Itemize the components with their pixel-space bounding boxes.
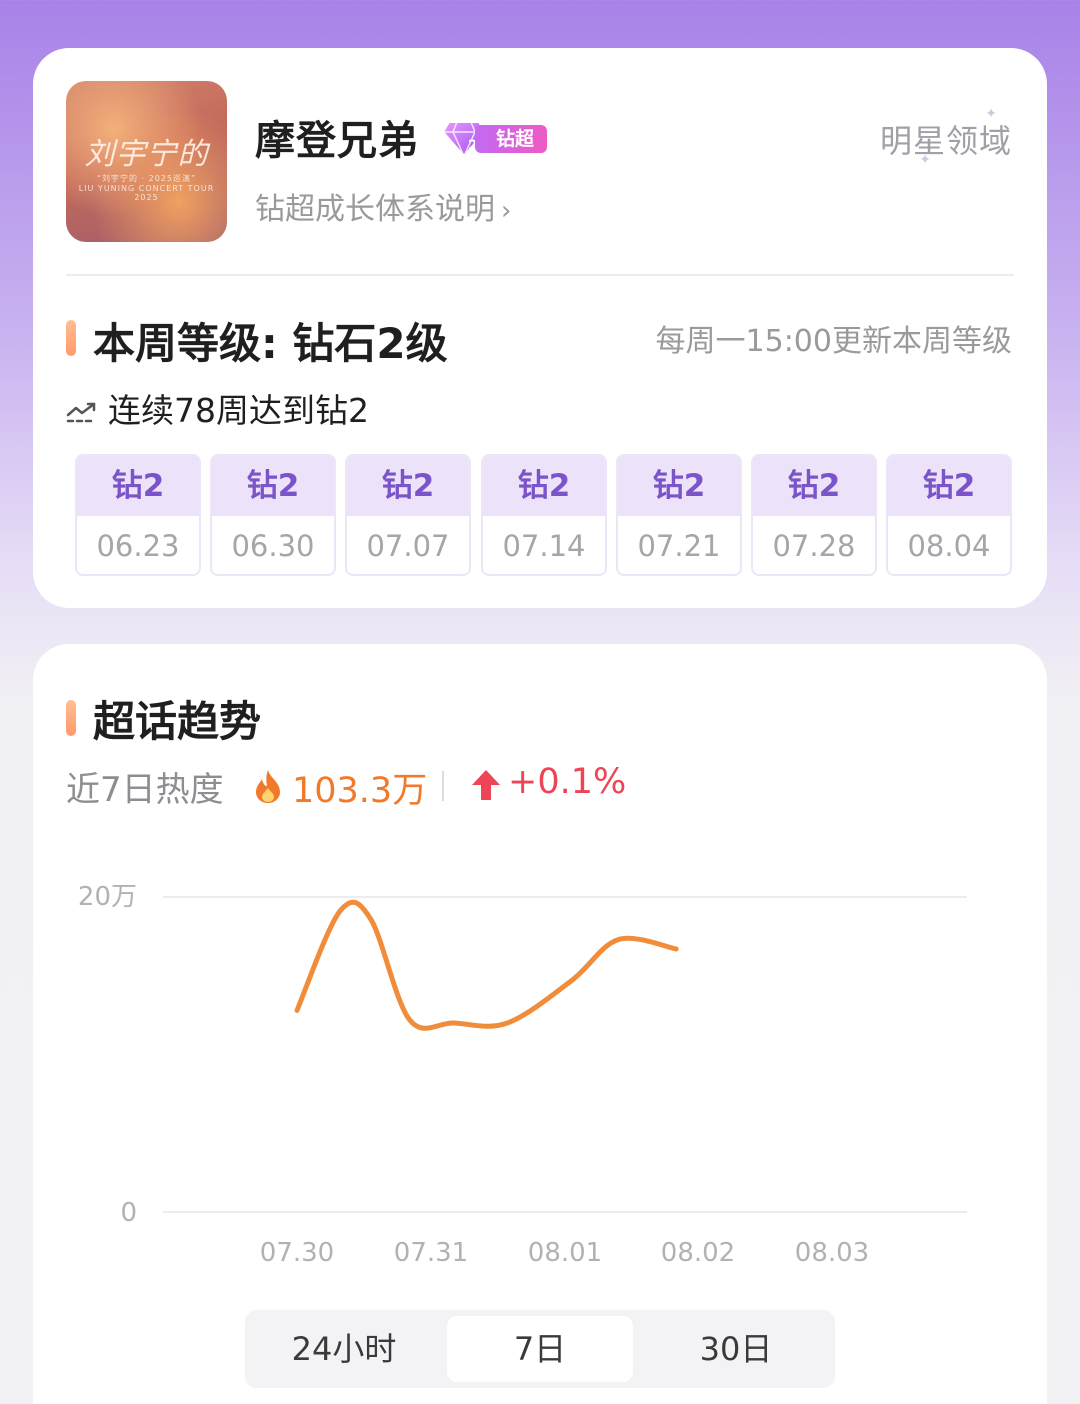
- range-tabs: 24小时 7日 30日: [245, 1310, 835, 1388]
- week-level: 钻2: [483, 456, 605, 516]
- week-cell: 钻2 06.30: [210, 454, 336, 576]
- avatar-subtitle-en: LIU YUNING CONCERT TOUR 2025: [78, 184, 215, 202]
- heat-value: 103.3万: [292, 771, 428, 811]
- x-tick-label: 07.31: [394, 1238, 468, 1268]
- week-cell: 钻2 08.04: [886, 454, 1012, 576]
- trend-up-icon: [66, 402, 96, 422]
- week-cell: 钻2 07.07: [345, 454, 471, 576]
- avatar-subtitle: “刘宇宁的 · 2025巡演”: [96, 174, 197, 183]
- sparkle-icon: ✦: [985, 106, 998, 122]
- x-tick-label: 08.03: [795, 1238, 869, 1268]
- week-cell: 钻2 07.14: [481, 454, 607, 576]
- growth-link-text: 钻超成长体系说明: [255, 192, 495, 227]
- week-cell: 钻2 06.23: [75, 454, 201, 576]
- topic-trend-card: 超话趋势 近7日热度 103.3万 +0.1% 20万 0 07.30 07.3…: [33, 644, 1047, 1404]
- week-level: 钻2: [888, 456, 1010, 516]
- y-tick-label: 0: [120, 1198, 137, 1228]
- club-level-card: 刘宇宁的 “刘宇宁的 · 2025巡演” LIU YUNING CONCERT …: [33, 48, 1047, 608]
- avatar-title-text: 刘宇宁的: [84, 137, 209, 172]
- week-date: 08.04: [907, 529, 991, 563]
- y-tick-label: 20万: [78, 882, 137, 912]
- x-tick-label: 08.02: [661, 1238, 735, 1268]
- update-note: 每周一15:00更新本周等级: [655, 324, 1012, 359]
- weekly-level-history: 钻2 06.23 钻2 06.30 钻2 07.07 钻2 07.14 钻2 0…: [75, 454, 1015, 576]
- tab-24-hours[interactable]: 24小时: [251, 1316, 437, 1382]
- chevron-right-icon: ›: [501, 196, 512, 226]
- club-avatar[interactable]: 刘宇宁的 “刘宇宁的 · 2025巡演” LIU YUNING CONCERT …: [66, 81, 227, 242]
- arrow-up-icon: [472, 770, 500, 800]
- week-level: 钻2: [347, 456, 469, 516]
- streak-text: 连续78周达到钻2: [108, 391, 369, 430]
- section-accent-bar: [66, 700, 76, 736]
- heat-label: 近7日热度: [66, 770, 224, 810]
- x-tick-label: 07.30: [260, 1238, 334, 1268]
- growth-system-link[interactable]: 钻超成长体系说明 ›: [255, 184, 511, 228]
- week-date: 06.30: [231, 529, 315, 563]
- weekly-level-title: 本周等级: 钻石2级: [93, 319, 448, 368]
- domain-text: 明星领域: [879, 122, 1012, 160]
- week-level: 钻2: [618, 456, 740, 516]
- section-accent-bar: [66, 320, 76, 356]
- week-cell: 钻2 07.21: [616, 454, 742, 576]
- divider: [66, 274, 1014, 276]
- series-line: [294, 899, 679, 1031]
- week-cell: 钻2 07.28: [751, 454, 877, 576]
- club-name: 摩登兄弟: [255, 118, 419, 164]
- week-date: 07.21: [637, 529, 721, 563]
- trend-line-chart: 20万 0 07.30 07.31 08.01 08.02 08.03: [78, 882, 967, 1268]
- flame-icon: [256, 770, 280, 803]
- sparkle-icon: ✦: [919, 152, 932, 168]
- domain-label: 明星领域 ✦ ✦: [879, 106, 1012, 168]
- tab-7-days[interactable]: 7日: [447, 1316, 633, 1382]
- week-date: 07.07: [366, 529, 450, 563]
- week-level: 钻2: [212, 456, 334, 516]
- week-date: 06.23: [96, 529, 180, 563]
- week-level: 钻2: [753, 456, 875, 516]
- week-level: 钻2: [77, 456, 199, 516]
- heat-change: +0.1%: [508, 762, 627, 802]
- separator: [442, 771, 444, 801]
- tab-30-days[interactable]: 30日: [643, 1316, 829, 1382]
- week-date: 07.28: [772, 529, 856, 563]
- week-date: 07.14: [502, 529, 586, 563]
- trend-title: 超话趋势: [93, 697, 262, 746]
- streak-row: 连续78周达到钻2: [66, 384, 369, 432]
- badge-label: 钻超: [475, 125, 547, 153]
- x-tick-label: 08.01: [528, 1238, 602, 1268]
- diamond-super-badge: 2 钻超: [441, 118, 549, 158]
